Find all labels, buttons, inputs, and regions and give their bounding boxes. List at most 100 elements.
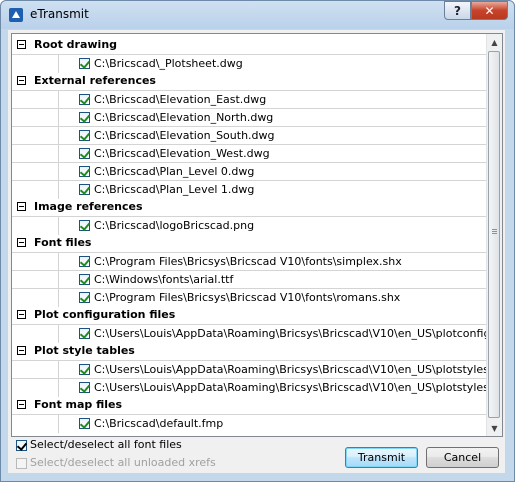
column-divider bbox=[58, 361, 59, 379]
etransmit-window: eTransmit ? ✕ Root drawing C:\Bricscad\_P… bbox=[0, 0, 515, 482]
select-all-fonts-label[interactable]: Select/deselect all font files bbox=[30, 438, 182, 451]
file-path: C:\Windows\fonts\arial.ttf bbox=[94, 273, 234, 286]
file-checkbox[interactable] bbox=[79, 94, 90, 105]
file-row[interactable]: C:\Bricscad\Plan_Level 0.dwg bbox=[12, 162, 486, 181]
cancel-button[interactable]: Cancel bbox=[426, 447, 499, 468]
file-row[interactable]: C:\Program Files\Bricsys\Bricscad V10\fo… bbox=[12, 288, 486, 307]
column-divider bbox=[58, 379, 59, 397]
category-label: Font files bbox=[34, 236, 92, 249]
column-divider bbox=[58, 415, 59, 433]
dialog-body: Root drawing C:\Bricscad\_Plotsheet.dwg Ex… bbox=[8, 30, 505, 473]
file-row[interactable]: C:\Bricscad\default.fmp bbox=[12, 414, 486, 433]
vertical-scrollbar[interactable]: ▲ ▼ bbox=[486, 34, 502, 436]
category-label: Image references bbox=[34, 200, 143, 213]
help-button[interactable]: ? bbox=[444, 1, 471, 20]
file-checkbox[interactable] bbox=[79, 382, 90, 393]
file-checkbox[interactable] bbox=[79, 130, 90, 141]
category-row[interactable]: Font files bbox=[12, 234, 486, 252]
file-row[interactable]: C:\Bricscad\_Plotsheet.dwg bbox=[12, 54, 486, 73]
file-path: C:\Bricscad\logoBricscad.png bbox=[94, 219, 255, 232]
column-divider bbox=[58, 253, 59, 271]
file-row[interactable]: C:\Bricscad\Plan_Level 1.dwg bbox=[12, 180, 486, 199]
file-checkbox[interactable] bbox=[79, 364, 90, 375]
scrollbar-thumb[interactable] bbox=[488, 51, 500, 418]
file-path: C:\Bricscad\Plan_Level 1.dwg bbox=[94, 183, 255, 196]
scroll-down-arrow-icon[interactable]: ▼ bbox=[487, 420, 502, 436]
file-tree-list[interactable]: Root drawing C:\Bricscad\_Plotsheet.dwg Ex… bbox=[11, 33, 503, 437]
file-row[interactable]: C:\Users\Louis\AppData\Roaming\Bricsys\B… bbox=[12, 360, 486, 379]
file-path: C:\Program Files\Bricsys\Bricscad V10\fo… bbox=[94, 291, 401, 304]
file-checkbox[interactable] bbox=[79, 166, 90, 177]
transmit-button[interactable]: Transmit bbox=[345, 447, 418, 468]
file-path: C:\Bricscad\Elevation_North.dwg bbox=[94, 111, 274, 124]
file-row[interactable]: C:\Users\Louis\AppData\Roaming\Bricsys\B… bbox=[12, 324, 486, 343]
file-checkbox[interactable] bbox=[79, 328, 90, 339]
file-path: C:\Program Files\Bricsys\Bricscad V10\fo… bbox=[94, 255, 402, 268]
grip-icon bbox=[492, 229, 497, 230]
column-divider bbox=[58, 145, 59, 163]
file-checkbox[interactable] bbox=[79, 418, 90, 429]
category-row[interactable]: Image references bbox=[12, 198, 486, 216]
file-path: C:\Bricscad\default.fmp bbox=[94, 417, 224, 430]
file-checkbox[interactable] bbox=[79, 112, 90, 123]
column-divider bbox=[58, 163, 59, 181]
category-row[interactable]: Root drawing bbox=[12, 36, 486, 54]
category-label: Root drawing bbox=[34, 38, 118, 51]
collapse-icon[interactable] bbox=[17, 400, 26, 409]
file-path: C:\Users\Louis\AppData\Roaming\Bricsys\B… bbox=[94, 363, 486, 376]
file-checkbox[interactable] bbox=[79, 292, 90, 303]
close-button[interactable]: ✕ bbox=[471, 1, 508, 20]
select-all-xrefs-label: Select/deselect all unloaded xrefs bbox=[30, 456, 216, 469]
file-path: C:\Users\Louis\AppData\Roaming\Bricsys\B… bbox=[94, 381, 486, 394]
category-label: Plot style tables bbox=[34, 344, 135, 357]
column-divider bbox=[58, 181, 59, 199]
file-path: C:\Bricscad\_Plotsheet.dwg bbox=[94, 57, 243, 70]
file-tree-rows: Root drawing C:\Bricscad\_Plotsheet.dwg Ex… bbox=[12, 34, 486, 436]
file-row[interactable]: C:\Users\Louis\AppData\Roaming\Bricsys\B… bbox=[12, 378, 486, 397]
file-checkbox[interactable] bbox=[79, 58, 90, 69]
title-bar[interactable]: eTransmit ? ✕ bbox=[1, 1, 514, 29]
file-path: C:\Bricscad\Elevation_West.dwg bbox=[94, 147, 270, 160]
select-all-fonts-checkbox[interactable] bbox=[16, 440, 27, 451]
file-checkbox[interactable] bbox=[79, 148, 90, 159]
file-checkbox[interactable] bbox=[79, 184, 90, 195]
collapse-icon[interactable] bbox=[17, 238, 26, 247]
collapse-icon[interactable] bbox=[17, 40, 26, 49]
select-all-xrefs-checkbox bbox=[16, 458, 27, 469]
column-divider bbox=[58, 289, 59, 307]
file-row[interactable]: C:\Bricscad\Elevation_North.dwg bbox=[12, 108, 486, 127]
file-row[interactable]: C:\Windows\fonts\arial.ttf bbox=[12, 270, 486, 289]
window-title: eTransmit bbox=[30, 7, 89, 21]
category-row[interactable]: Plot style tables bbox=[12, 342, 486, 360]
column-divider bbox=[58, 109, 59, 127]
category-row[interactable]: Font map files bbox=[12, 396, 486, 414]
category-label: Plot configuration files bbox=[34, 308, 176, 321]
column-divider bbox=[58, 325, 59, 343]
file-checkbox[interactable] bbox=[79, 220, 90, 231]
file-path: C:\Bricscad\Elevation_South.dwg bbox=[94, 129, 275, 142]
file-row[interactable]: C:\Program Files\Bricsys\Bricscad V10\fo… bbox=[12, 252, 486, 271]
collapse-icon[interactable] bbox=[17, 346, 26, 355]
collapse-icon[interactable] bbox=[17, 310, 26, 319]
scroll-up-arrow-icon[interactable]: ▲ bbox=[487, 34, 502, 50]
column-divider bbox=[58, 271, 59, 289]
file-path: C:\Bricscad\Elevation_East.dwg bbox=[94, 93, 267, 106]
file-row[interactable]: C:\Bricscad\logoBricscad.png bbox=[12, 216, 486, 235]
category-row[interactable]: Plot configuration files bbox=[12, 306, 486, 324]
column-divider bbox=[58, 127, 59, 145]
file-checkbox[interactable] bbox=[79, 256, 90, 267]
collapse-icon[interactable] bbox=[17, 76, 26, 85]
collapse-icon[interactable] bbox=[17, 202, 26, 211]
category-label: External references bbox=[34, 74, 156, 87]
category-row[interactable]: External references bbox=[12, 72, 486, 90]
bricscad-app-icon bbox=[9, 8, 23, 22]
file-row[interactable]: C:\Bricscad\Elevation_East.dwg bbox=[12, 90, 486, 109]
file-path: C:\Users\Louis\AppData\Roaming\Bricsys\B… bbox=[94, 327, 486, 340]
column-divider bbox=[58, 91, 59, 109]
file-checkbox[interactable] bbox=[79, 274, 90, 285]
category-label: Font map files bbox=[34, 398, 123, 411]
column-divider bbox=[58, 55, 59, 73]
file-row[interactable]: C:\Bricscad\Elevation_West.dwg bbox=[12, 144, 486, 163]
file-row[interactable]: C:\Bricscad\Elevation_South.dwg bbox=[12, 126, 486, 145]
column-divider bbox=[58, 217, 59, 235]
